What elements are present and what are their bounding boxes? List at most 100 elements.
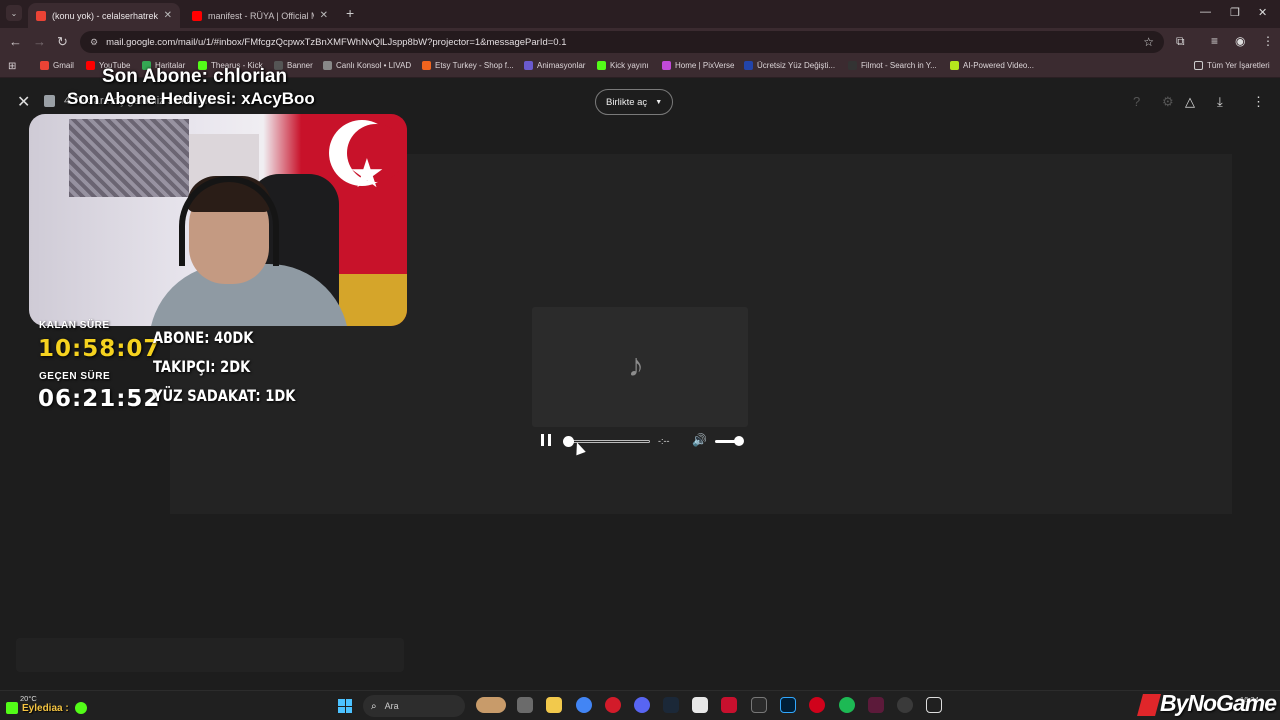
chrome-icon[interactable] [576, 697, 592, 713]
browser-toolbar: ← → ↻ ⚙ mail.google.com/mail/u/1/#inbox/… [0, 28, 1280, 56]
audio-file-icon [44, 95, 55, 107]
pixverse-icon [662, 61, 671, 70]
bookmark-face-swap[interactable]: Ücretsiz Yüz Değişti... [744, 61, 835, 70]
settings-icon[interactable]: ⚙ [1162, 94, 1174, 110]
browser-menu-icon[interactable]: ⋮ [1262, 34, 1274, 48]
new-tab-button[interactable]: + [346, 5, 354, 21]
youtube-icon [86, 61, 95, 70]
bookmark-animasyonlar[interactable]: Animasyonlar [524, 61, 585, 70]
forward-icon[interactable]: → [33, 34, 46, 49]
taskbar-search[interactable]: ⌕ Ara [363, 695, 465, 717]
youtube-favicon-icon [192, 10, 202, 21]
bookmark-canli-konsol[interactable]: Canlı Konsol • LIVAD [323, 61, 411, 70]
reload-icon[interactable]: ↻ [57, 34, 68, 50]
tab-search-button[interactable]: ⌄ [6, 5, 22, 21]
app-red-icon[interactable] [721, 697, 737, 713]
watermark-text: ByNoGame [1160, 690, 1277, 716]
url-text: mail.google.com/mail/u/1/#inbox/FMfcgzQc… [106, 36, 567, 48]
bookmark-star-icon[interactable]: ☆ [1143, 35, 1154, 49]
app-circle-icon[interactable] [809, 697, 825, 713]
photoshop-icon[interactable] [780, 697, 796, 713]
search-highlight-icon[interactable] [476, 697, 506, 713]
last-gift-sub-text: Son Abone Hediyesi: xAcyBoo [67, 89, 315, 108]
goal-follower: TAKIPÇI: 2DK [153, 357, 251, 376]
watermark-logo-icon [1137, 693, 1161, 716]
extensions-icon[interactable]: ⧉ [1176, 34, 1185, 49]
back-icon[interactable]: ← [9, 34, 22, 49]
windows-start-icon[interactable] [338, 699, 352, 713]
bookmark-filmot[interactable]: Filmot - Search in Y... [848, 61, 937, 70]
spotify-icon[interactable] [839, 697, 855, 713]
notification-bar [16, 638, 404, 672]
open-with-button[interactable]: Birlikte aç ▼ [595, 89, 674, 115]
console-icon [323, 61, 332, 70]
flag-star-icon: ★ [349, 152, 385, 196]
audio-player: ♪ [532, 307, 748, 427]
music-note-icon: ♪ [628, 347, 644, 383]
close-window-icon[interactable]: ✕ [1258, 6, 1267, 19]
emote-icon [74, 702, 87, 714]
filmot-icon [848, 61, 857, 70]
bookmark-kick-yayini[interactable]: Kick yayını [597, 61, 649, 70]
download-icon[interactable]: ⤓ [1217, 94, 1223, 110]
kick-icon [597, 61, 606, 70]
profile-icon[interactable]: ◉ [1235, 34, 1245, 48]
more-options-icon[interactable]: ⋮ [1252, 94, 1265, 110]
tab-gmail[interactable]: (konu yok) - celalserhatreklam@ ✕ [28, 3, 180, 28]
bookmark-all-folder[interactable]: Tüm Yer İşaretleri [1194, 61, 1270, 70]
audio-controls: -:-- 🔊 [532, 429, 748, 453]
etsy-icon [422, 61, 431, 70]
time-readout: -:-- [658, 436, 670, 446]
pause-button[interactable] [541, 434, 552, 446]
wall-board-image [69, 119, 189, 197]
kick-icon [6, 702, 18, 714]
goal-subscriber: ABONE: 40DK [153, 328, 254, 347]
volume-handle[interactable] [734, 436, 744, 446]
app-purple-icon[interactable] [868, 697, 884, 713]
tab-title: (konu yok) - celalserhatreklam@ [52, 10, 158, 21]
capcut-icon[interactable] [692, 697, 708, 713]
media-control-icon[interactable]: ≡ [1211, 34, 1218, 48]
tab-strip: ⌄ (konu yok) - celalserhatreklam@ ✕ mani… [0, 0, 1280, 28]
bookmark-gmail[interactable]: Gmail [40, 61, 74, 70]
goal-loyalty: YÜZ SADAKAT: 1DK [153, 386, 296, 405]
file-explorer-icon[interactable] [546, 697, 562, 713]
bookmark-etsy[interactable]: Etsy Turkey - Shop f... [422, 61, 514, 70]
epic-games-icon[interactable] [751, 697, 767, 713]
tab-title: manifest - RÜYA | Official Music [208, 10, 314, 21]
close-viewer-icon[interactable]: ✕ [17, 92, 30, 112]
bookmark-ai-video[interactable]: AI-Powered Video... [950, 61, 1034, 70]
site-info-icon[interactable]: ⚙ [90, 37, 98, 48]
app-gear-icon[interactable] [897, 697, 913, 713]
opera-icon[interactable] [605, 697, 621, 713]
last-subscriber-text: Son Abone: chlorian [102, 66, 288, 87]
maximize-icon[interactable]: ❐ [1230, 6, 1240, 19]
chat-message: Eylediaa : [6, 702, 87, 714]
minimize-icon[interactable]: — [1200, 6, 1211, 18]
gmail-icon [40, 61, 49, 70]
help-icon[interactable]: ? [1133, 94, 1140, 109]
app-bracket-icon[interactable] [926, 697, 942, 713]
windows-taskbar: 20°C Eylediaa : ⌕ Ara 16:24 [0, 690, 1280, 720]
steam-icon[interactable] [663, 697, 679, 713]
tab-close-icon[interactable]: ✕ [320, 10, 328, 21]
remaining-time-label: KALAN SÜRE [39, 320, 110, 331]
chat-username: Eylediaa : [22, 702, 69, 714]
bookmark-pixverse[interactable]: Home | PixVerse [662, 61, 734, 70]
chevron-down-icon: ▼ [655, 98, 663, 106]
animation-icon [524, 61, 533, 70]
elapsed-time-label: GEÇEN SÜRE [39, 371, 111, 382]
open-with-label: Birlikte aç [606, 96, 648, 108]
headset-icon [179, 176, 279, 266]
add-to-drive-icon[interactable]: △ [1185, 94, 1195, 110]
discord-icon[interactable] [634, 697, 650, 713]
apps-grid-icon[interactable]: ⊞ [8, 61, 16, 72]
volume-icon[interactable]: 🔊 [692, 433, 707, 447]
task-view-icon[interactable] [517, 697, 533, 713]
address-bar[interactable]: ⚙ mail.google.com/mail/u/1/#inbox/FMfcgz… [80, 31, 1164, 53]
tab-youtube[interactable]: manifest - RÜYA | Official Music ✕ [184, 3, 336, 28]
tab-close-icon[interactable]: ✕ [164, 10, 172, 21]
remaining-time: 10:58:07 [38, 336, 161, 362]
search-label: Ara [384, 701, 399, 711]
search-icon: ⌕ [371, 700, 377, 712]
